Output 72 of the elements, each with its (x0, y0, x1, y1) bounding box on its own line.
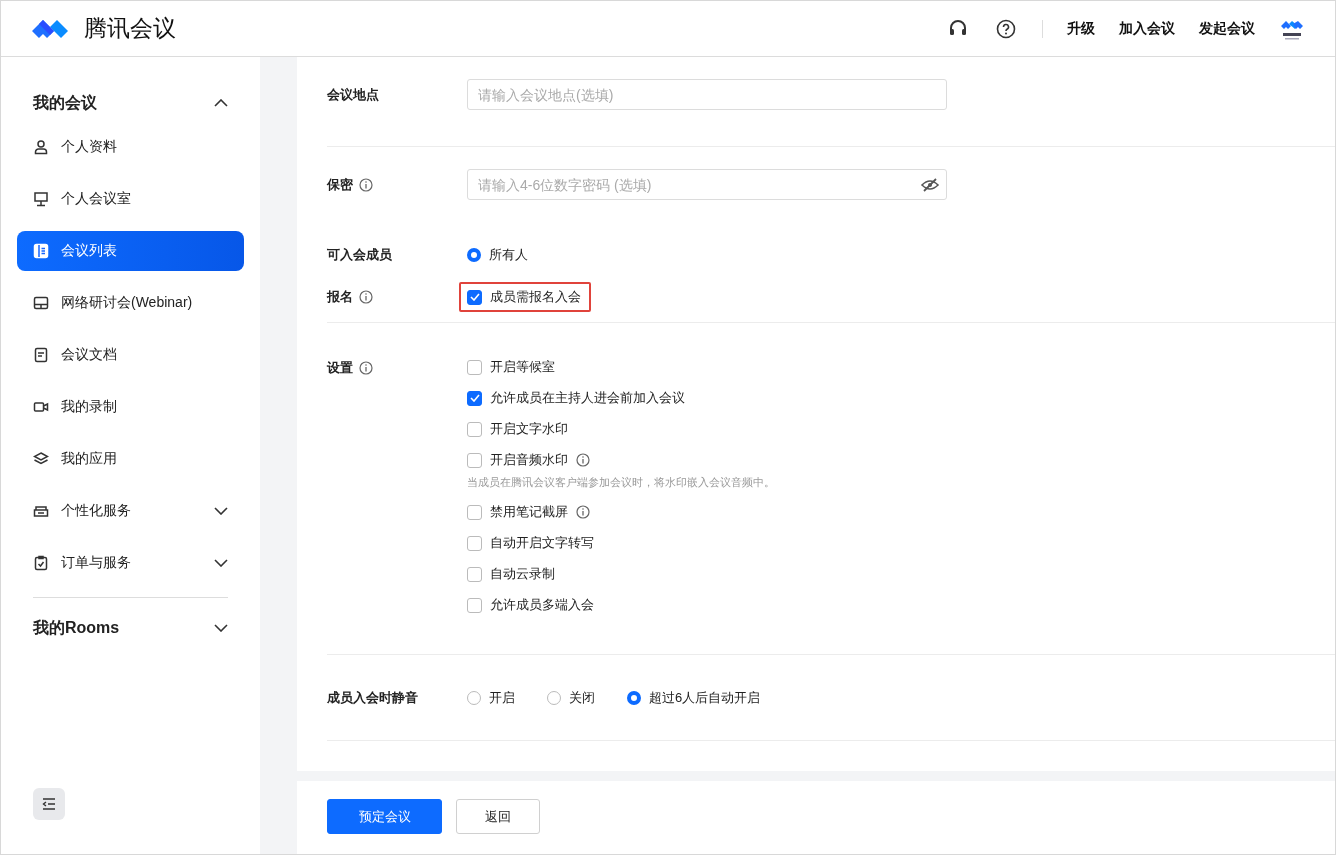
sidebar-icon (33, 451, 49, 467)
option-label: 开启 (489, 689, 515, 707)
sidebar-item[interactable]: 个人资料 (17, 127, 244, 167)
chevron-icon (214, 559, 228, 567)
sidebar-item[interactable]: 我的录制 (17, 387, 244, 427)
checkbox[interactable] (467, 289, 482, 305)
field-label: 保密 (327, 175, 353, 194)
radio-button[interactable] (467, 248, 481, 262)
sidebar-item[interactable]: 订单与服务 (17, 543, 244, 583)
collapse-sidebar-button[interactable] (33, 788, 65, 820)
chevron-icon (214, 624, 228, 632)
option-label: 所有人 (489, 246, 528, 264)
info-icon[interactable] (359, 361, 373, 375)
checkbox[interactable] (467, 566, 482, 582)
chevron-icon (214, 507, 228, 515)
back-button[interactable]: 返回 (456, 799, 540, 834)
header-link[interactable]: 发起会议 (1199, 19, 1255, 38)
sidebar-icon (33, 243, 49, 259)
password-input[interactable]: 请输入4-6位数字密码 (选填) (467, 169, 947, 200)
sidebar-item[interactable]: 会议列表 (17, 231, 244, 271)
option-label: 允许成员多端入会 (490, 596, 594, 614)
field-label: 可入会成员 (327, 246, 393, 264)
option-label: 开启等候室 (490, 358, 555, 376)
sidebar-icon (33, 555, 49, 571)
header-link[interactable]: 加入会议 (1119, 19, 1175, 38)
option-label: 自动开启文字转写 (490, 534, 594, 552)
sidebar-group[interactable]: 我的Rooms (17, 610, 244, 646)
field-label: 报名 (327, 288, 353, 306)
field-label: 成员入会时静音 (327, 689, 419, 707)
info-icon[interactable] (576, 453, 590, 467)
hidden-eye-icon[interactable] (921, 178, 939, 192)
sidebar-item[interactable]: 个人会议室 (17, 179, 244, 219)
option-label: 开启音频水印 (490, 451, 568, 469)
checkbox[interactable] (467, 390, 482, 406)
sidebar-item[interactable]: 我的应用 (17, 439, 244, 479)
info-icon[interactable] (359, 177, 373, 192)
field-label: 会议地点 (327, 85, 380, 104)
radio-button[interactable] (627, 691, 641, 705)
option-label: 超过6人后自动开启 (649, 689, 761, 707)
sidebar-item[interactable]: 网络研讨会(Webinar) (17, 283, 244, 323)
sidebar-icon (33, 139, 49, 155)
option-label: 开启文字水印 (490, 420, 568, 438)
checkbox[interactable] (467, 452, 482, 468)
checkbox[interactable] (467, 535, 482, 551)
collapse-icon (42, 798, 56, 810)
checkbox[interactable] (467, 421, 482, 437)
sidebar-icon (33, 347, 49, 363)
sidebar-icon (33, 191, 49, 207)
sidebar-item[interactable]: 会议文档 (17, 335, 244, 375)
option-label: 禁用笔记截屏 (490, 503, 568, 521)
help-icon[interactable] (996, 18, 1016, 39)
header-link[interactable]: 升级 (1067, 19, 1095, 38)
option-label: 成员需报名入会 (490, 288, 581, 306)
location-input[interactable]: 请输入会议地点(选填) (467, 79, 947, 110)
option-label: 自动云录制 (490, 565, 555, 583)
checkbox[interactable] (467, 597, 482, 613)
info-icon[interactable] (576, 505, 590, 519)
field-label: 设置 (327, 359, 353, 377)
sidebar-item[interactable]: 个性化服务 (17, 491, 244, 531)
option-label: 允许成员在主持人进会前加入会议 (490, 389, 685, 407)
book-meeting-button[interactable]: 预定会议 (327, 799, 442, 834)
brand-name: 腾讯会议 (84, 14, 176, 43)
checkbox[interactable] (467, 359, 482, 375)
sidebar-icon (33, 295, 49, 311)
sidebar-icon (33, 503, 49, 519)
chevron-icon (214, 99, 228, 107)
info-icon[interactable] (359, 290, 373, 304)
sidebar-group[interactable]: 我的会议 (17, 85, 244, 121)
sidebar-icon (33, 399, 49, 415)
hint-text: 当成员在腾讯会议客户端参加会议时，将水印嵌入会议音频中。 (467, 475, 775, 490)
checkbox[interactable] (467, 504, 482, 520)
option-label: 关闭 (569, 689, 595, 707)
